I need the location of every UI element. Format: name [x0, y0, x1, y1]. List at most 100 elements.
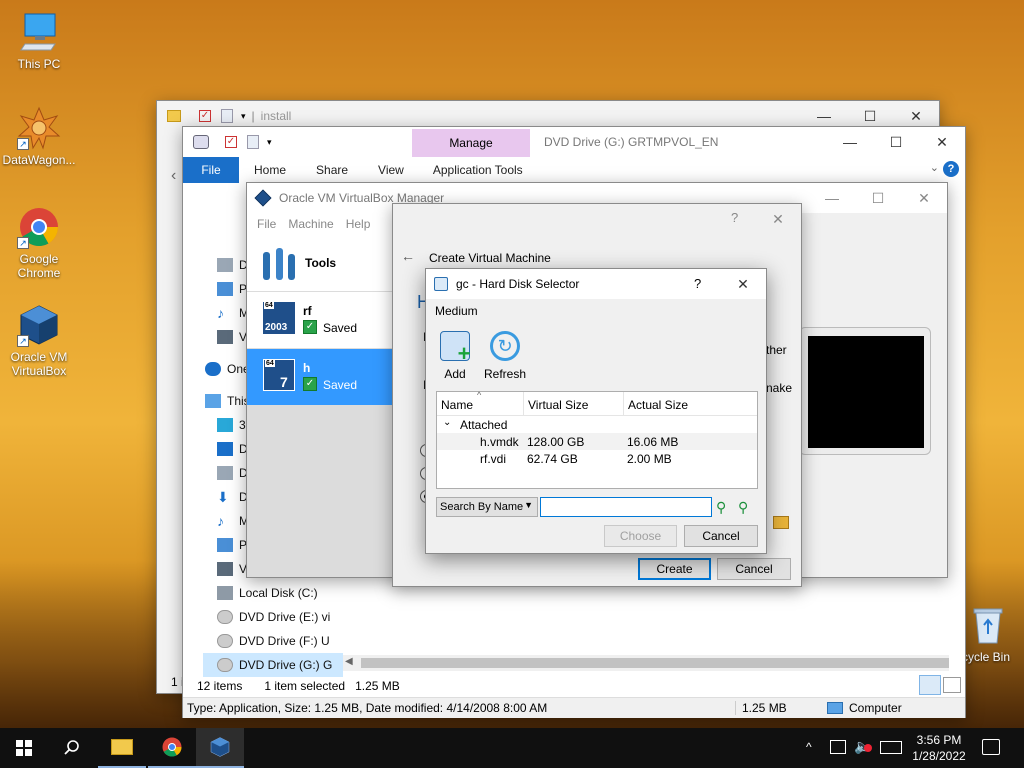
- search-input[interactable]: [540, 497, 712, 517]
- tab-share[interactable]: Share: [301, 157, 363, 183]
- help-button[interactable]: ?: [694, 276, 701, 291]
- menu-machine[interactable]: Machine: [288, 217, 333, 231]
- window-title: gc - Hard Disk Selector: [456, 277, 580, 291]
- window-title: install: [260, 109, 292, 123]
- desktop-icon-this-pc[interactable]: This PC: [0, 10, 78, 71]
- media-tree[interactable]: ^ Name Virtual Size Actual Size ⌄ Attach…: [436, 390, 758, 489]
- title-bar[interactable]: ✓ ▾: [183, 127, 412, 157]
- close-button[interactable]: ✕: [755, 204, 801, 234]
- details-view-icon[interactable]: [919, 675, 941, 695]
- chevron-down-icon[interactable]: ⌄: [443, 417, 451, 428]
- search-forward-icon[interactable]: ⚲: [716, 499, 732, 515]
- close-button[interactable]: ✕: [919, 127, 965, 157]
- tab-file[interactable]: File: [183, 157, 239, 183]
- choose-button[interactable]: Choose: [604, 525, 677, 547]
- context-tab-manage[interactable]: Manage: [412, 129, 530, 157]
- back-arrow-icon[interactable]: ‹: [171, 167, 176, 185]
- desktop-icon-chrome[interactable]: ↗ Google Chrome: [0, 205, 78, 280]
- taskbar-virtualbox[interactable]: [196, 728, 244, 768]
- desktop-icon-virtualbox[interactable]: ↗ Oracle VM VirtualBox: [0, 303, 78, 378]
- network-icon[interactable]: [830, 740, 846, 754]
- disk-actual-size: 2.00 MB: [627, 452, 672, 466]
- group-label: Attached: [460, 418, 508, 432]
- nav-item-this-pc[interactable]: This: [205, 389, 250, 413]
- details-size: 1.25 MB: [735, 701, 823, 715]
- clock[interactable]: 3:56 PM 1/28/2022: [908, 732, 970, 764]
- scrollbar-thumb[interactable]: [361, 658, 949, 668]
- title-bar[interactable]: gc - Hard Disk Selector: [426, 269, 766, 299]
- tray-show-hidden-icon[interactable]: ^: [806, 740, 812, 754]
- column-virtual-size[interactable]: Virtual Size: [523, 392, 623, 416]
- column-actual-size[interactable]: Actual Size: [623, 392, 757, 416]
- shortcut-arrow-icon: ↗: [17, 138, 29, 150]
- ribbon-collapse-icon[interactable]: ⌄: [930, 161, 939, 174]
- search-backward-icon[interactable]: ⚲: [738, 499, 754, 515]
- nav-item[interactable]: ♪ M: [217, 509, 249, 533]
- hard-disk-selector-dialog[interactable]: gc - Hard Disk Selector ? ✕ Medium + Add…: [425, 268, 767, 554]
- dropdown-icon[interactable]: ▾: [241, 111, 246, 122]
- scroll-left-icon[interactable]: ◀: [345, 656, 353, 667]
- table-row[interactable]: rf.vdi 62.74 GB 2.00 MB: [437, 450, 757, 467]
- back-arrow-icon[interactable]: ←: [401, 248, 415, 264]
- taskbar-chrome[interactable]: [148, 728, 196, 768]
- saved-state-icon: ✓: [303, 320, 317, 334]
- create-button[interactable]: Create: [638, 558, 711, 580]
- close-button[interactable]: ✕: [901, 183, 947, 213]
- help-icon[interactable]: ?: [943, 161, 959, 177]
- nav-item[interactable]: Vi: [217, 557, 249, 581]
- minimize-button[interactable]: —: [827, 127, 873, 157]
- page-icon: [221, 109, 233, 123]
- cancel-button[interactable]: Cancel: [717, 558, 791, 580]
- virtualbox-icon: ↗: [17, 303, 61, 347]
- nav-item[interactable]: ♪ M: [217, 301, 249, 325]
- add-button[interactable]: + Add: [436, 331, 474, 383]
- close-button[interactable]: ✕: [720, 269, 766, 299]
- nav-item[interactable]: Pi: [217, 277, 250, 301]
- tab-view[interactable]: View: [363, 157, 419, 183]
- desktop-icon-label: Oracle VM VirtualBox: [10, 350, 68, 378]
- desktop-icon-datawagon[interactable]: ↗ DataWagon...: [0, 106, 78, 167]
- nav-item-onedrive[interactable]: One: [205, 357, 250, 381]
- window-title: DVD Drive (G:) GRTMPVOL_EN: [544, 135, 719, 149]
- desktop-icon-label: This PC: [17, 57, 61, 71]
- vm-item-rf[interactable]: 64 2003 rf ✓ Saved: [247, 292, 393, 348]
- tools-item[interactable]: Tools: [247, 235, 393, 291]
- column-name[interactable]: Name: [441, 398, 523, 416]
- vm-item-h[interactable]: 64 7 h ✓ Saved: [247, 349, 393, 405]
- folder-browse-icon[interactable]: [773, 516, 789, 529]
- folder-icon: [167, 110, 181, 122]
- maximize-button[interactable]: ☐: [873, 127, 919, 157]
- nav-item[interactable]: Vi: [217, 325, 249, 349]
- start-button[interactable]: [0, 728, 48, 768]
- volume-muted-icon[interactable]: 🔈: [854, 738, 872, 755]
- keyboard-icon[interactable]: [880, 741, 902, 754]
- nav-item-local-disk[interactable]: Local Disk (C:): [217, 581, 318, 605]
- add-disk-icon: +: [440, 331, 470, 365]
- taskbar-file-explorer[interactable]: [98, 728, 146, 768]
- vm-state: Saved: [323, 321, 358, 335]
- taskbar: ^ 🔈 3:56 PM 1/28/2022: [0, 728, 1024, 768]
- nav-item-dvd-g[interactable]: DVD Drive (G:) G: [203, 653, 343, 677]
- menu-help[interactable]: Help: [346, 217, 371, 231]
- large-icons-view-icon[interactable]: [943, 677, 961, 693]
- tree-group-attached[interactable]: ⌄ Attached: [437, 416, 757, 433]
- chrome-icon: ↗: [17, 205, 61, 249]
- nav-item-dvd-f[interactable]: DVD Drive (F:) U: [217, 629, 330, 653]
- nav-item[interactable]: Pi: [217, 533, 250, 557]
- refresh-button[interactable]: ↻ Refresh: [482, 331, 528, 383]
- tab-application-tools[interactable]: Application Tools: [419, 157, 537, 183]
- maximize-button[interactable]: ☐: [855, 183, 901, 213]
- clock-date: 1/28/2022: [912, 749, 966, 763]
- dropdown-icon[interactable]: ▾: [267, 137, 272, 148]
- table-row[interactable]: h.vmdk 128.00 GB 16.06 MB: [437, 433, 757, 450]
- horizontal-scrollbar[interactable]: ◀: [343, 655, 949, 671]
- search-mode-select[interactable]: Search By Name ▼: [436, 497, 538, 517]
- nav-item-dvd-e[interactable]: DVD Drive (E:) vi: [217, 605, 330, 629]
- help-button[interactable]: ?: [731, 210, 738, 225]
- tab-home[interactable]: Home: [239, 157, 301, 183]
- notification-icon[interactable]: [982, 739, 1000, 755]
- menu-file[interactable]: File: [257, 217, 276, 231]
- cancel-button[interactable]: Cancel: [684, 525, 758, 547]
- minimize-button[interactable]: —: [809, 183, 855, 213]
- search-button[interactable]: [48, 728, 96, 768]
